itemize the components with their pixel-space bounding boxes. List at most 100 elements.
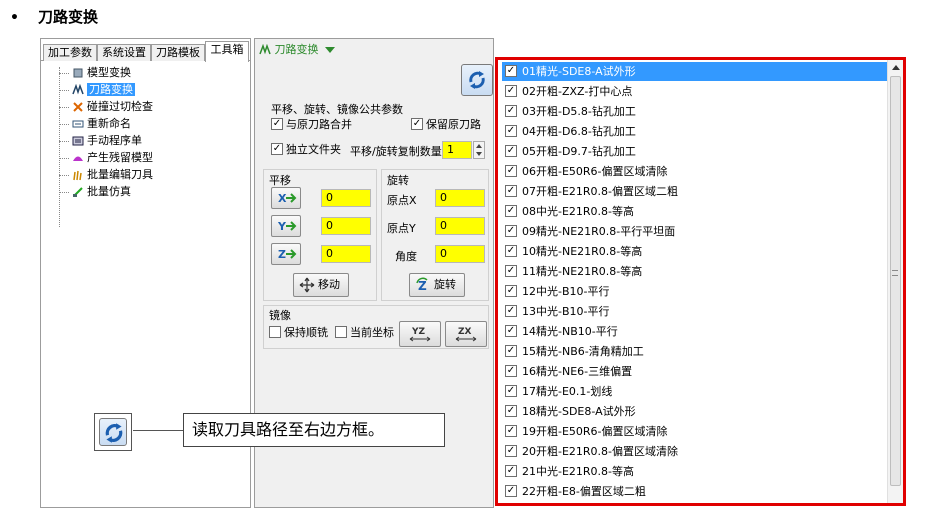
toolpath-list-item[interactable]: ✓ 21中光-E21R0.8-等高 — [502, 462, 890, 481]
toolpath-list-item[interactable]: ✓ 12中光-B10-平行 — [502, 282, 890, 301]
toolpath-label: 10精光-NE21R0.8-等高 — [522, 245, 643, 258]
keep-original-checkbox[interactable]: ✓ 保留原刀路 — [411, 118, 481, 132]
toolpath-list-item[interactable]: ✓ 13中光-B10-平行 — [502, 302, 890, 321]
merge-original-checkbox[interactable]: ✓ 与原刀路合并 — [271, 118, 352, 132]
scroll-up-icon[interactable] — [892, 65, 900, 70]
list-scrollbar[interactable] — [887, 60, 903, 503]
translate-x-input[interactable]: 0 — [321, 189, 371, 207]
toolpath-label: 21中光-E21R0.8-等高 — [522, 465, 635, 478]
rotate-button[interactable]: Z 旋转 — [409, 273, 465, 297]
tab-system-settings[interactable]: 系统设置 — [97, 44, 151, 61]
toolpath-list-item[interactable]: ✓ 15精光-NB6-清角精加工 — [502, 342, 890, 361]
move-button[interactable]: 移动 — [293, 273, 349, 297]
toolpath-checkbox[interactable]: ✓ — [505, 425, 517, 437]
angle-input[interactable]: 0 — [435, 245, 485, 263]
translate-x-button[interactable]: X — [271, 187, 301, 209]
keep-climb-checkbox[interactable]: 保持顺铣 — [269, 326, 328, 340]
toolpath-list-item[interactable]: ✓ 17精光-E0.1-划线 — [502, 382, 890, 401]
toolpath-list-item[interactable]: ✓ 16精光-NE6-三维偏置 — [502, 362, 890, 381]
svg-text:Z: Z — [418, 279, 427, 293]
copy-count-spinner[interactable] — [473, 141, 485, 159]
toolpath-checkbox[interactable]: ✓ — [505, 85, 517, 97]
toolpath-checkbox[interactable]: ✓ — [505, 405, 517, 417]
z-arrow-icon: Z — [278, 248, 297, 261]
panel-title[interactable]: 刀路变换 — [259, 41, 335, 57]
mirror-yz-button[interactable]: YZ — [399, 321, 441, 347]
tree-item-residual-model[interactable]: 产生残留模型 — [53, 150, 153, 166]
toolpath-checkbox[interactable]: ✓ — [505, 185, 517, 197]
tree-item-collision-check[interactable]: 碰撞过切检查 — [53, 99, 153, 115]
toolpath-checkbox[interactable]: ✓ — [505, 465, 517, 477]
translate-z-input[interactable]: 0 — [321, 245, 371, 263]
scroll-thumb[interactable] — [890, 76, 901, 486]
toolpath-checkbox[interactable]: ✓ — [505, 165, 517, 177]
toolpath-checkbox[interactable]: ✓ — [505, 65, 517, 77]
toolpath-list-item[interactable]: ✓ 07开粗-E21R0.8-偏置区域二粗 — [502, 182, 890, 201]
translate-z-button[interactable]: Z — [271, 243, 301, 265]
read-toolpaths-button[interactable] — [461, 64, 493, 96]
mirror-zx-button[interactable]: ZX — [445, 321, 487, 347]
copy-count-label: 平移/旋转复制数量 — [350, 145, 442, 158]
scroll-grip-icon — [892, 270, 898, 276]
toolpath-list-item[interactable]: ✓ 11精光-NE21R0.8-等高 — [502, 262, 890, 281]
tree-item-batch-edit-tool[interactable]: 批量编辑刀具 — [53, 167, 153, 183]
toolpath-checkbox[interactable]: ✓ — [505, 125, 517, 137]
toolpath-list-item[interactable]: ✓ 08中光-E21R0.8-等高 — [502, 202, 890, 221]
tab-toolpath-template[interactable]: 刀路模板 — [151, 44, 205, 61]
origin-x-label: 原点X — [387, 194, 417, 207]
svg-text:YZ: YZ — [411, 327, 426, 337]
toolpath-label: 16精光-NE6-三维偏置 — [522, 365, 633, 378]
tree-item-model-transform[interactable]: 模型变换 — [53, 65, 131, 81]
toolpath-label: 02开粗-ZXZ-打中心点 — [522, 85, 633, 98]
independent-folder-checkbox[interactable]: ✓ 独立文件夹 — [271, 143, 341, 157]
tree-item-batch-simulation[interactable]: 批量仿真 — [53, 184, 131, 200]
tree-item-rename[interactable]: 重新命名 — [53, 116, 131, 132]
toolpath-checkbox[interactable]: ✓ — [505, 305, 517, 317]
copy-count-input[interactable]: 1 — [442, 141, 472, 159]
toolpath-checkbox[interactable]: ✓ — [505, 485, 517, 497]
toolpath-list-item[interactable]: ✓ 03开粗-D5.8-钻孔加工 — [502, 102, 890, 121]
toolpath-list-item[interactable]: ✓ 01精光-SDE8-A试外形 — [502, 62, 890, 81]
toolpath-checkbox[interactable]: ✓ — [505, 245, 517, 257]
toolpath-checkbox[interactable]: ✓ — [505, 445, 517, 457]
batch-edit-tool-icon — [73, 170, 82, 181]
toolpath-list-item[interactable]: ✓ 18精光-SDE8-A试外形 — [502, 402, 890, 421]
model-transform-icon — [73, 68, 83, 78]
toolpath-checkbox[interactable]: ✓ — [505, 345, 517, 357]
toolpath-checkbox[interactable]: ✓ — [505, 105, 517, 117]
y-arrow-icon: Y — [277, 220, 297, 233]
toolpath-checkbox[interactable]: ✓ — [505, 265, 517, 277]
current-coord-checkbox[interactable]: 当前坐标 — [335, 326, 394, 340]
origin-x-input[interactable]: 0 — [435, 189, 485, 207]
origin-y-input[interactable]: 0 — [435, 217, 485, 235]
toolpath-label: 04开粗-D6.8-钻孔加工 — [522, 125, 636, 138]
callout-refresh-button[interactable] — [94, 413, 132, 451]
toolpath-checkbox[interactable]: ✓ — [505, 205, 517, 217]
translate-y-input[interactable]: 0 — [321, 217, 371, 235]
toolpath-list-item[interactable]: ✓ 02开粗-ZXZ-打中心点 — [502, 82, 890, 101]
toolpath-checkbox[interactable]: ✓ — [505, 325, 517, 337]
tree-item-program-sheet[interactable]: 手动程序单 — [53, 133, 142, 149]
toolpath-list-item[interactable]: ✓ 10精光-NE21R0.8-等高 — [502, 242, 890, 261]
common-params-label: 平移、旋转、镜像公共参数 — [271, 103, 403, 116]
toolpath-list-item[interactable]: ✓ 20开粗-E21R0.8-偏置区域清除 — [502, 442, 890, 461]
toolpath-checkbox[interactable]: ✓ — [505, 285, 517, 297]
translate-y-button[interactable]: Y — [271, 215, 301, 237]
toolpath-list-item[interactable]: ✓ 14精光-NB10-平行 — [502, 322, 890, 341]
toolpath-checkbox[interactable]: ✓ — [505, 225, 517, 237]
svg-text:Z: Z — [278, 248, 286, 261]
toolpath-list-item[interactable]: ✓ 04开粗-D6.8-钻孔加工 — [502, 122, 890, 141]
tab-machining-params[interactable]: 加工参数 — [43, 44, 97, 61]
toolpath-list-item[interactable]: ✓ 09精光-NE21R0.8-平行平坦面 — [502, 222, 890, 241]
toolpath-list-item[interactable]: ✓ 22开粗-E8-偏置区域二粗 — [502, 482, 890, 501]
mirror-yz-icon: YZ — [409, 327, 431, 342]
toolpath-checkbox[interactable]: ✓ — [505, 385, 517, 397]
toolpath-label: 17精光-E0.1-划线 — [522, 385, 613, 398]
toolpath-list-item[interactable]: ✓ 06开粗-E50R6-偏置区域清除 — [502, 162, 890, 181]
tab-toolbox[interactable]: 工具箱 — [205, 41, 249, 62]
toolpath-checkbox[interactable]: ✓ — [505, 145, 517, 157]
tree-item-toolpath-transform[interactable]: 刀路变换 — [53, 82, 135, 98]
toolpath-list-item[interactable]: ✓ 05开粗-D9.7-钻孔加工 — [502, 142, 890, 161]
toolpath-list-item[interactable]: ✓ 19开粗-E50R6-偏置区域清除 — [502, 422, 890, 441]
toolpath-checkbox[interactable]: ✓ — [505, 365, 517, 377]
